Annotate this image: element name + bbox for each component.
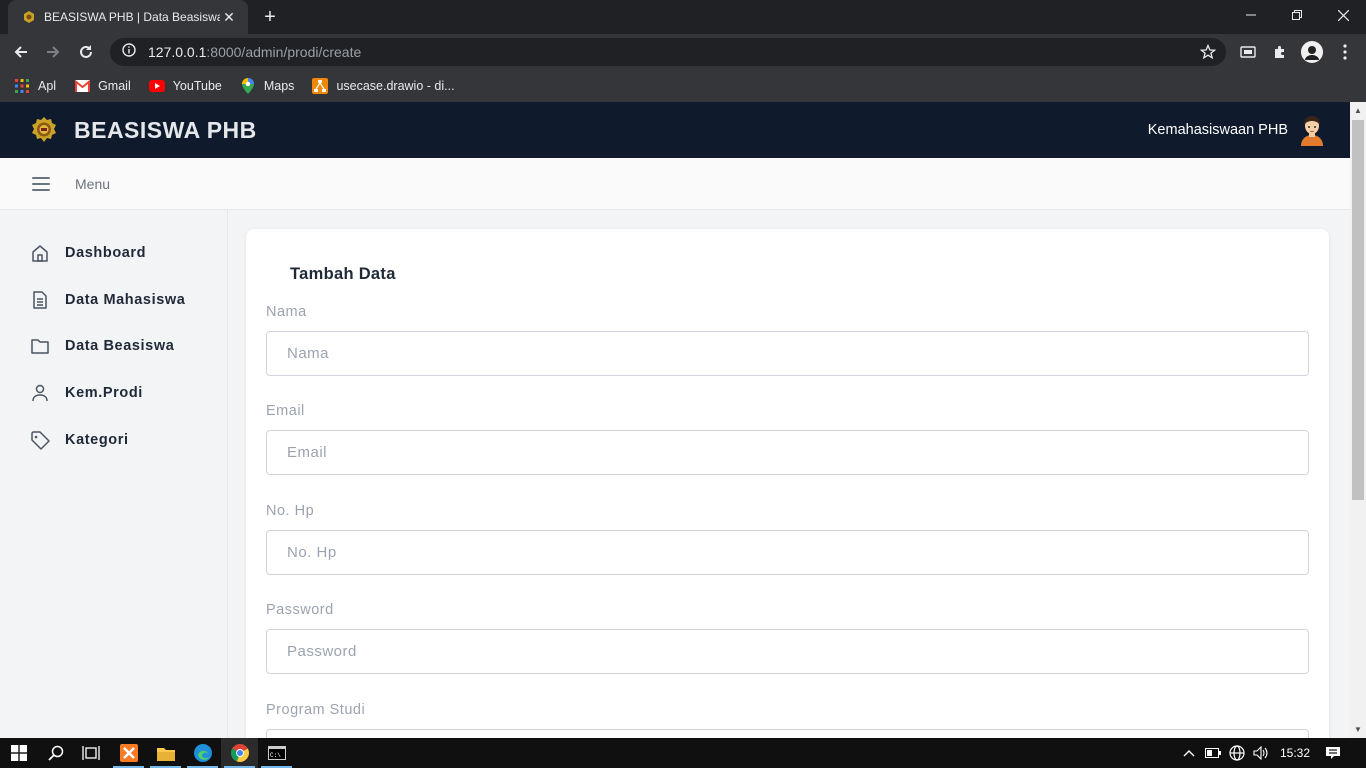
sidebar-item-kem-prodi[interactable]: Kem.Prodi (30, 381, 143, 405)
program-studi-select[interactable] (266, 729, 1309, 738)
site-info-icon[interactable] (122, 42, 136, 62)
browser-tab-active[interactable]: BEASISWA PHB | Data Beasiswa ✕ (8, 0, 248, 34)
tab-title: BEASISWA PHB | Data Beasiswa (44, 10, 220, 24)
user-avatar-icon[interactable] (1298, 114, 1326, 146)
page-viewport: BEASISWA PHB Kemahasiswaan PHB Menu Dash… (0, 102, 1350, 738)
windows-start-icon[interactable] (0, 738, 37, 768)
close-window-icon[interactable] (1320, 0, 1366, 30)
url-path: :8000/admin/prodi/create (206, 44, 362, 60)
sidebar-item-data-mahasiswa[interactable]: Data Mahasiswa (30, 288, 185, 312)
scroll-down-icon[interactable]: ▼ (1354, 725, 1362, 734)
page-scrollbar[interactable]: ▲ ▼ (1350, 102, 1366, 738)
xampp-app-icon[interactable] (110, 738, 147, 768)
notifications-icon[interactable] (1316, 738, 1350, 768)
back-arrow-icon[interactable] (8, 39, 34, 65)
home-icon (30, 243, 50, 263)
restore-window-icon[interactable] (1274, 0, 1320, 30)
bookmark-label: Apl (38, 79, 57, 93)
maps-icon (240, 78, 256, 94)
user-name[interactable]: Kemahasiswaan PHB (1148, 122, 1288, 138)
no-hp-label: No. Hp (266, 503, 315, 519)
folder-icon (30, 336, 50, 356)
gmail-icon (74, 78, 90, 94)
sidebar-item-label: Kem.Prodi (65, 385, 143, 401)
user-icon (30, 383, 50, 403)
youtube-icon (148, 78, 165, 94)
nama-input[interactable] (266, 331, 1309, 376)
menu-label[interactable]: Menu (75, 176, 110, 192)
tag-icon (30, 430, 50, 450)
file-explorer-icon[interactable] (147, 738, 184, 768)
address-bar[interactable]: 127.0.0.1:8000/admin/prodi/create (110, 38, 1226, 66)
url-text: 127.0.0.1:8000/admin/prodi/create (148, 44, 361, 60)
browser-toolbar: 127.0.0.1:8000/admin/prodi/create (0, 34, 1366, 70)
cast-icon[interactable] (1235, 39, 1261, 65)
new-tab-button[interactable]: + (258, 5, 282, 29)
bookmark-label: YouTube (172, 79, 222, 93)
bookmark-youtube[interactable]: YouTube (148, 78, 222, 94)
bookmark-label: Maps (263, 79, 295, 93)
bookmark-gmail[interactable]: Gmail (74, 78, 131, 94)
sidebar-item-label: Data Beasiswa (65, 338, 175, 354)
browser-tab-strip: BEASISWA PHB | Data Beasiswa ✕ + (0, 0, 1366, 34)
bookmark-drawio[interactable]: usecase.drawio - di... (312, 78, 455, 94)
menu-bar: Menu (0, 158, 1350, 210)
search-icon[interactable] (37, 738, 74, 768)
app-brand-title: BEASISWA PHB (74, 117, 257, 143)
app-header: BEASISWA PHB Kemahasiswaan PHB (0, 102, 1350, 158)
svg-text:C:\: C:\ (270, 752, 281, 759)
no-hp-input[interactable] (266, 530, 1309, 575)
sidebar-item-label: Dashboard (65, 245, 147, 261)
password-input[interactable] (266, 629, 1309, 674)
extensions-puzzle-icon[interactable] (1267, 39, 1293, 65)
bookmark-star-icon[interactable] (1199, 43, 1217, 65)
bookmarks-bar: Apl Gmail YouTube Maps usecase.drawio - … (0, 70, 1366, 102)
volume-icon[interactable] (1246, 738, 1276, 768)
drawio-icon (312, 78, 329, 94)
forward-arrow-icon[interactable] (40, 39, 66, 65)
document-icon (30, 290, 50, 310)
email-label: Email (266, 403, 305, 419)
profile-avatar-icon[interactable] (1299, 39, 1325, 65)
sidebar-item-dashboard[interactable]: Dashboard (30, 241, 146, 265)
program-studi-label: Program Studi (266, 702, 366, 718)
nama-label: Nama (266, 304, 307, 320)
chrome-browser-icon[interactable] (221, 738, 258, 768)
edge-browser-icon[interactable] (184, 738, 221, 768)
scroll-up-icon[interactable]: ▲ (1354, 106, 1362, 115)
sidebar-item-data-beasiswa[interactable]: Data Beasiswa (30, 334, 174, 358)
bookmark-label: Gmail (98, 79, 131, 93)
email-input[interactable] (266, 430, 1309, 475)
taskbar-clock[interactable]: 15:32 (1280, 746, 1310, 760)
windows-taskbar: C:\ 15:32 (0, 738, 1366, 768)
sidebar-item-kategori[interactable]: Kategori (30, 428, 129, 452)
task-view-icon[interactable] (72, 738, 109, 768)
bookmark-maps[interactable]: Maps (240, 78, 295, 94)
reload-icon[interactable] (73, 39, 99, 65)
sidebar-item-label: Data Mahasiswa (65, 292, 186, 308)
command-prompt-icon[interactable]: C:\ (258, 738, 295, 768)
form-card: Tambah Data Nama Email No. Hp Password P… (246, 229, 1329, 738)
url-host: 127.0.0.1 (148, 44, 207, 60)
sidebar-item-label: Kategori (65, 432, 129, 448)
password-label: Password (266, 602, 334, 618)
browser-menu-icon[interactable] (1332, 39, 1358, 65)
scrollbar-thumb[interactable] (1352, 120, 1364, 500)
site-logo-icon (22, 10, 36, 24)
form-title: Tambah Data (290, 265, 396, 283)
hamburger-menu-icon[interactable] (32, 177, 50, 191)
apps-grid-icon (14, 78, 30, 94)
minimize-window-icon[interactable] (1228, 0, 1274, 30)
bookmark-apps[interactable]: Apl (14, 78, 56, 94)
bookmark-label: usecase.drawio - di... (336, 79, 455, 93)
close-tab-icon[interactable]: ✕ (220, 9, 238, 26)
phb-logo-icon (30, 116, 58, 144)
sidebar: Dashboard Data Mahasiswa Data Beasiswa K… (0, 210, 228, 738)
